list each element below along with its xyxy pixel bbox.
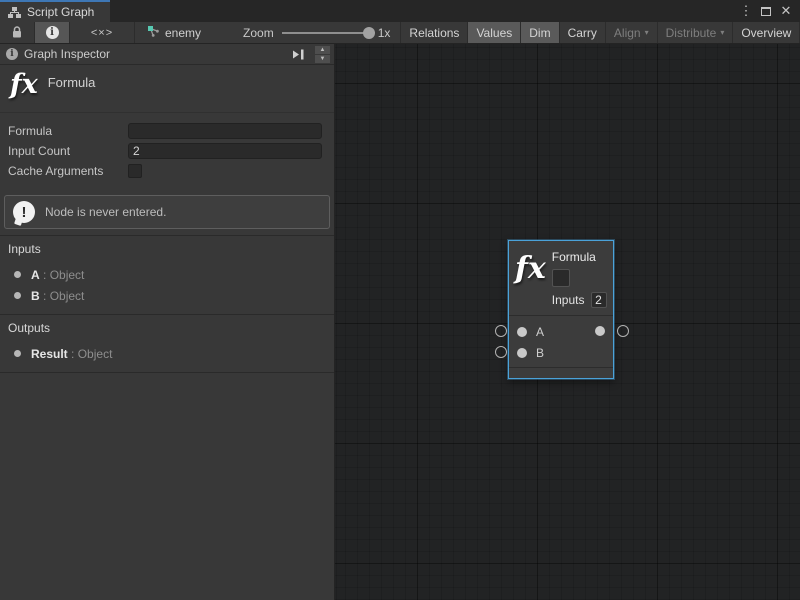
info-icon: i — [46, 26, 59, 39]
toolbar-left-group: i <×> — [0, 22, 135, 43]
zoom-value: 1x — [378, 26, 391, 40]
overview-button[interactable]: Overview — [733, 22, 800, 43]
distribute-dropdown[interactable]: Distribute ▾ — [658, 22, 734, 43]
dock-panel-icon[interactable] — [292, 49, 305, 60]
graph-hierarchy-icon — [8, 7, 21, 18]
node-inputs-count[interactable]: 2 — [591, 292, 607, 308]
graph-reference-label: enemy — [165, 26, 201, 40]
port-bullet-icon — [14, 271, 21, 278]
inputs-section: Inputs A : Object B : Object — [0, 235, 334, 314]
input-count-field-row: Input Count — [8, 141, 322, 161]
formula-input[interactable] — [128, 123, 322, 139]
cache-arguments-row: Cache Arguments — [8, 161, 322, 181]
tab-script-graph[interactable]: Script Graph — [0, 0, 110, 22]
graph-inspector-panel: i Graph Inspector ▲ ▼ fx Formula Formula — [0, 44, 335, 600]
graph-canvas[interactable]: fx Formula Inputs 2 A — [335, 44, 800, 600]
node-inputs-label: Inputs — [552, 293, 585, 307]
inspector-node-title: Formula — [48, 75, 96, 90]
formula-node-footer — [509, 368, 613, 378]
code-icon: <×> — [91, 27, 113, 39]
inputs-header: Inputs — [8, 242, 326, 256]
carry-button[interactable]: Carry — [560, 22, 606, 43]
script-graph-asset-icon — [147, 25, 160, 41]
zoom-slider-handle[interactable] — [363, 27, 375, 39]
node-title: Formula — [552, 250, 607, 264]
tab-strip: Script Graph ⋮ ✕ — [0, 0, 800, 22]
input-port-b[interactable]: B — [509, 342, 613, 363]
port-dot-icon[interactable] — [517, 348, 527, 358]
cache-arguments-label: Cache Arguments — [8, 164, 128, 178]
formula-node-header[interactable]: fx Formula Inputs 2 — [509, 241, 613, 315]
code-preview-button[interactable]: <×> — [70, 22, 134, 43]
dim-button[interactable]: Dim — [521, 22, 559, 43]
formula-field-row: Formula — [8, 121, 322, 141]
external-port-ring-a[interactable] — [495, 325, 507, 337]
close-icon[interactable]: ✕ — [778, 3, 794, 19]
inspector-header: i Graph Inspector ▲ ▼ — [0, 44, 334, 65]
maximize-icon[interactable] — [758, 3, 774, 19]
formula-node[interactable]: fx Formula Inputs 2 A — [508, 240, 614, 379]
panel-stepper: ▲ ▼ — [315, 46, 330, 63]
port-bullet-icon — [14, 292, 21, 299]
values-button[interactable]: Values — [468, 22, 521, 43]
node-title-block: fx Formula — [0, 65, 334, 113]
chevron-down-icon: ▾ — [645, 28, 649, 37]
inspector-empty-area — [0, 372, 334, 600]
port-bullet-icon — [14, 350, 21, 357]
warning-box: ! Node is never entered. — [4, 195, 330, 229]
tab-label: Script Graph — [27, 5, 94, 19]
fx-icon: fx — [515, 254, 546, 315]
inspector-toggle-button[interactable]: i — [35, 22, 69, 43]
node-formula-input[interactable] — [552, 269, 570, 287]
fx-icon: fx — [10, 71, 38, 98]
align-dropdown[interactable]: Align ▾ — [606, 22, 658, 43]
inspector-title: Graph Inspector — [24, 47, 110, 61]
output-port-result[interactable] — [595, 326, 605, 336]
graph-toolbar: i <×> enemy Zoom 1x Relations Values Dim… — [0, 22, 800, 44]
outputs-section: Outputs Result : Object — [0, 314, 334, 372]
chevron-down-icon: ▾ — [720, 28, 724, 37]
list-item: A : Object — [8, 264, 326, 285]
list-item: B : Object — [8, 285, 326, 306]
relations-button[interactable]: Relations — [401, 22, 468, 43]
zoom-control: Zoom 1x — [213, 22, 400, 43]
inspector-fields: Formula Input Count Cache Arguments — [0, 113, 334, 185]
zoom-label: Zoom — [243, 26, 274, 40]
lock-icon[interactable] — [0, 22, 34, 43]
warning-text: Node is never entered. — [45, 205, 166, 219]
input-count-input[interactable] — [128, 143, 322, 159]
info-icon: i — [6, 48, 18, 60]
formula-node-body: A B — [509, 316, 613, 367]
stepper-down-icon[interactable]: ▼ — [315, 55, 330, 63]
window-controls: ⋮ ✕ — [738, 0, 800, 22]
zoom-slider[interactable] — [282, 32, 370, 34]
cache-arguments-checkbox[interactable] — [128, 164, 142, 178]
list-item: Result : Object — [8, 343, 326, 364]
outputs-header: Outputs — [8, 321, 326, 335]
stepper-up-icon[interactable]: ▲ — [315, 46, 330, 54]
port-dot-icon[interactable] — [517, 327, 527, 337]
window-menu-icon[interactable]: ⋮ — [738, 3, 754, 19]
external-port-ring-b[interactable] — [495, 346, 507, 358]
input-count-label: Input Count — [8, 144, 128, 158]
graph-reference[interactable]: enemy — [135, 22, 213, 43]
formula-label: Formula — [8, 124, 128, 138]
script-graph-window: Script Graph ⋮ ✕ i <×> — [0, 0, 800, 600]
toolbar-right-group: Relations Values Dim Carry Align ▾ Distr… — [400, 22, 800, 43]
warning-icon: ! — [13, 201, 35, 223]
external-port-ring-result[interactable] — [617, 325, 629, 337]
